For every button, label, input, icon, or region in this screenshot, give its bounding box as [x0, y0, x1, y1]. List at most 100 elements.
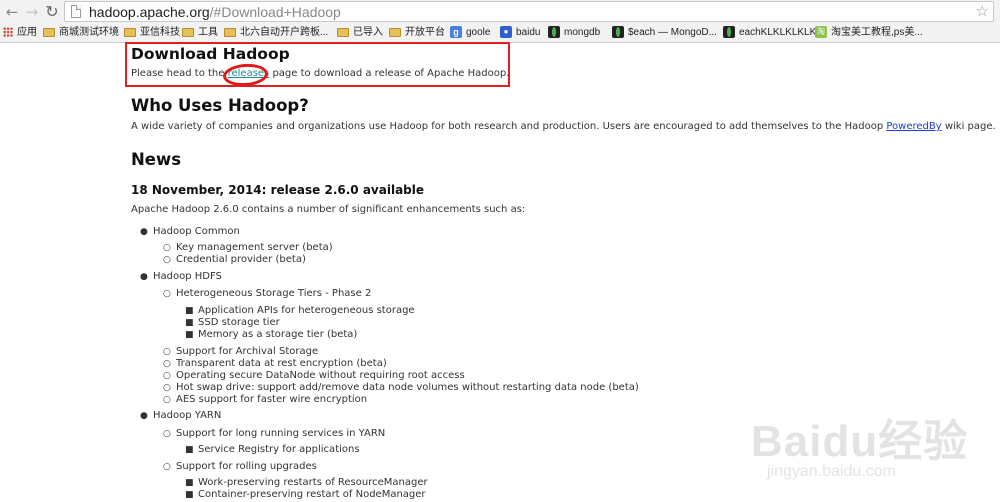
browser-toolbar: ← → ↻ hadoop.apache.org/#Download+Hadoop… — [0, 0, 1000, 25]
bookmark-label: 商城测试环境 — [59, 27, 119, 38]
url-host: hadoop.apache.org — [89, 4, 210, 20]
mongodb-leaf-icon — [612, 26, 624, 39]
list-item-label: Hadoop Common — [153, 226, 240, 237]
watermark-logo: Baidu经验 — [751, 417, 969, 466]
mongodb-leaf-icon — [723, 26, 735, 39]
list-item: ● Hadoop HDFS — [140, 271, 222, 282]
page-icon — [71, 5, 81, 18]
list-item-label: Transparent data at rest encryption (bet… — [176, 358, 387, 369]
list-item: ● Hadoop YARN — [140, 410, 222, 421]
list-item: ○ Credential provider (beta) — [163, 254, 306, 265]
folder-icon — [337, 27, 349, 37]
bookmark-folder[interactable]: 开放平台 — [389, 25, 445, 41]
list-item-label: SSD storage tier — [198, 317, 280, 328]
folder-icon — [124, 27, 136, 37]
download-heading: Download Hadoop — [131, 45, 290, 63]
download-text-after: page to download a release of Apache Had… — [269, 68, 510, 79]
bookmark-folder[interactable]: 商城测试环境 — [43, 25, 119, 41]
list-item: ■ Service Registry for applications — [185, 444, 360, 455]
bookmark-taobao[interactable]: 淘淘宝美工教程,ps美... — [815, 25, 923, 41]
list-item-label: Service Registry for applications — [198, 444, 360, 455]
list-item: ○ Key management server (beta) — [163, 242, 333, 253]
list-item-label: Support for rolling upgrades — [176, 461, 317, 472]
bookmark-label: mongdb — [564, 27, 601, 38]
list-item-label: Work-preserving restarts of ResourceMana… — [198, 477, 428, 488]
apps-grid-icon — [3, 27, 13, 38]
bookmark-label: 淘宝美工教程,ps美... — [831, 27, 923, 38]
poweredby-link[interactable]: PoweredBy — [886, 121, 941, 132]
bookmark-label: goole — [466, 27, 491, 38]
bookmark-goole[interactable]: g goole — [450, 25, 490, 41]
bookmark-label: baidu — [516, 27, 541, 38]
list-item-label: Hadoop YARN — [153, 410, 222, 421]
bookmarks-bar: 应用 商城测试环境 亚信科技 工具 北六自动开户跨板... 已导入 开放平台 g… — [0, 24, 1000, 43]
taobao-icon: 淘 — [815, 26, 827, 39]
list-item: ○ Operating secure DataNode without requi… — [163, 370, 465, 381]
list-item-label: Hadoop HDFS — [153, 271, 222, 282]
url-text[interactable]: hadoop.apache.org/#Download+Hadoop — [89, 3, 341, 21]
baidu-paw-icon: ● — [500, 26, 512, 39]
bookmark-apps[interactable]: 应用 — [3, 25, 37, 41]
release-intro: Apache Hadoop 2.6.0 contains a number of… — [131, 204, 526, 215]
folder-icon — [182, 27, 194, 37]
bookmark-label: 已导入 — [353, 27, 383, 38]
list-item: ● Hadoop Common — [140, 226, 240, 237]
bookmark-label: eachKLKLKLKLK — [739, 27, 817, 38]
list-item: ○ AES support for faster wire encryption — [163, 394, 368, 405]
list-item: ■ SSD storage tier — [185, 317, 280, 328]
list-item-label: Operating secure DataNode without requir… — [176, 370, 465, 381]
who-text-after: wiki page. — [941, 121, 996, 132]
bookmark-each-mongodb[interactable]: $each — MongoD... — [612, 25, 717, 41]
watermark-site: jingyan.baidu.com — [767, 463, 896, 480]
list-item-label: Container-preserving restart of NodeMana… — [198, 489, 426, 500]
folder-icon — [43, 27, 55, 37]
list-item: ○ Heterogeneous Storage Tiers - Phase 2 — [163, 288, 372, 299]
list-item: ■ Memory as a storage tier (beta) — [185, 329, 358, 340]
list-item-label: Heterogeneous Storage Tiers - Phase 2 — [176, 288, 372, 299]
bookmark-mongdb[interactable]: mongdb — [548, 25, 600, 41]
bookmark-folder[interactable]: 北六自动开户跨板... — [224, 25, 328, 41]
folder-icon — [389, 27, 401, 37]
back-arrow-icon[interactable]: ← — [3, 3, 21, 21]
forward-arrow-icon[interactable]: → — [23, 3, 41, 21]
list-item: ■ Application APIs for heterogeneous stor… — [185, 305, 415, 316]
bookmark-baidu[interactable]: ● baidu — [500, 25, 540, 41]
list-item-label: Hot swap drive: support add/remove data … — [176, 382, 639, 393]
bookmark-folder[interactable]: 工具 — [182, 25, 218, 41]
list-item-label: Memory as a storage tier (beta) — [198, 329, 358, 340]
folder-icon — [224, 27, 236, 37]
who-uses-heading: Who Uses Hadoop? — [131, 96, 309, 115]
list-item-label: Support for Archival Storage — [176, 346, 319, 357]
list-item: ■ Container-preserving restart of NodeMan… — [185, 489, 426, 500]
list-item-label: AES support for faster wire encryption — [176, 394, 368, 405]
download-text-before: Please head to the — [131, 68, 228, 79]
news-heading: News — [131, 150, 182, 169]
bookmark-label: 北六自动开户跨板... — [240, 27, 329, 38]
list-item-label: Application APIs for heterogeneous stora… — [198, 305, 415, 316]
address-bar[interactable]: hadoop.apache.org/#Download+Hadoop ☆ — [64, 1, 994, 22]
url-path: /#Download+Hadoop — [209, 4, 341, 20]
google-icon: g — [450, 26, 462, 39]
release-heading: 18 November, 2014: release 2.6.0 availab… — [131, 183, 425, 197]
bookmark-eachklk[interactable]: eachKLKLKLKLK — [723, 25, 816, 41]
bookmark-folder[interactable]: 亚信科技 — [124, 25, 180, 41]
list-item: ○ Hot swap drive: support add/remove data… — [163, 382, 639, 393]
bookmark-label: 工具 — [198, 27, 218, 38]
who-text-before: A wide variety of companies and organiza… — [131, 121, 887, 132]
list-item-label: Key management server (beta) — [176, 242, 333, 253]
list-item: ■ Work-preserving restarts of ResourceMan… — [185, 477, 428, 488]
bookmark-label: 开放平台 — [405, 27, 445, 38]
mongodb-leaf-icon — [548, 26, 560, 39]
list-item-label: Credential provider (beta) — [176, 254, 306, 265]
download-paragraph: Please head to the releases page to down… — [131, 68, 509, 79]
list-item: ○ Support for long running services in YA… — [163, 428, 386, 439]
bookmark-folder[interactable]: 已导入 — [337, 25, 383, 41]
bookmark-label: 亚信科技 — [140, 27, 180, 38]
list-item: ○ Support for rolling upgrades — [163, 461, 317, 472]
baidu-jingyan-watermark: Baidu经验 jingyan.baidu.com — [751, 405, 986, 495]
bookmark-star-icon[interactable]: ☆ — [976, 2, 989, 21]
who-uses-paragraph: A wide variety of companies and organiza… — [131, 121, 996, 132]
reload-icon[interactable]: ↻ — [43, 3, 61, 21]
list-item-label: Support for long running services in YAR… — [176, 428, 386, 439]
list-item: ○ Support for Archival Storage — [163, 346, 319, 357]
